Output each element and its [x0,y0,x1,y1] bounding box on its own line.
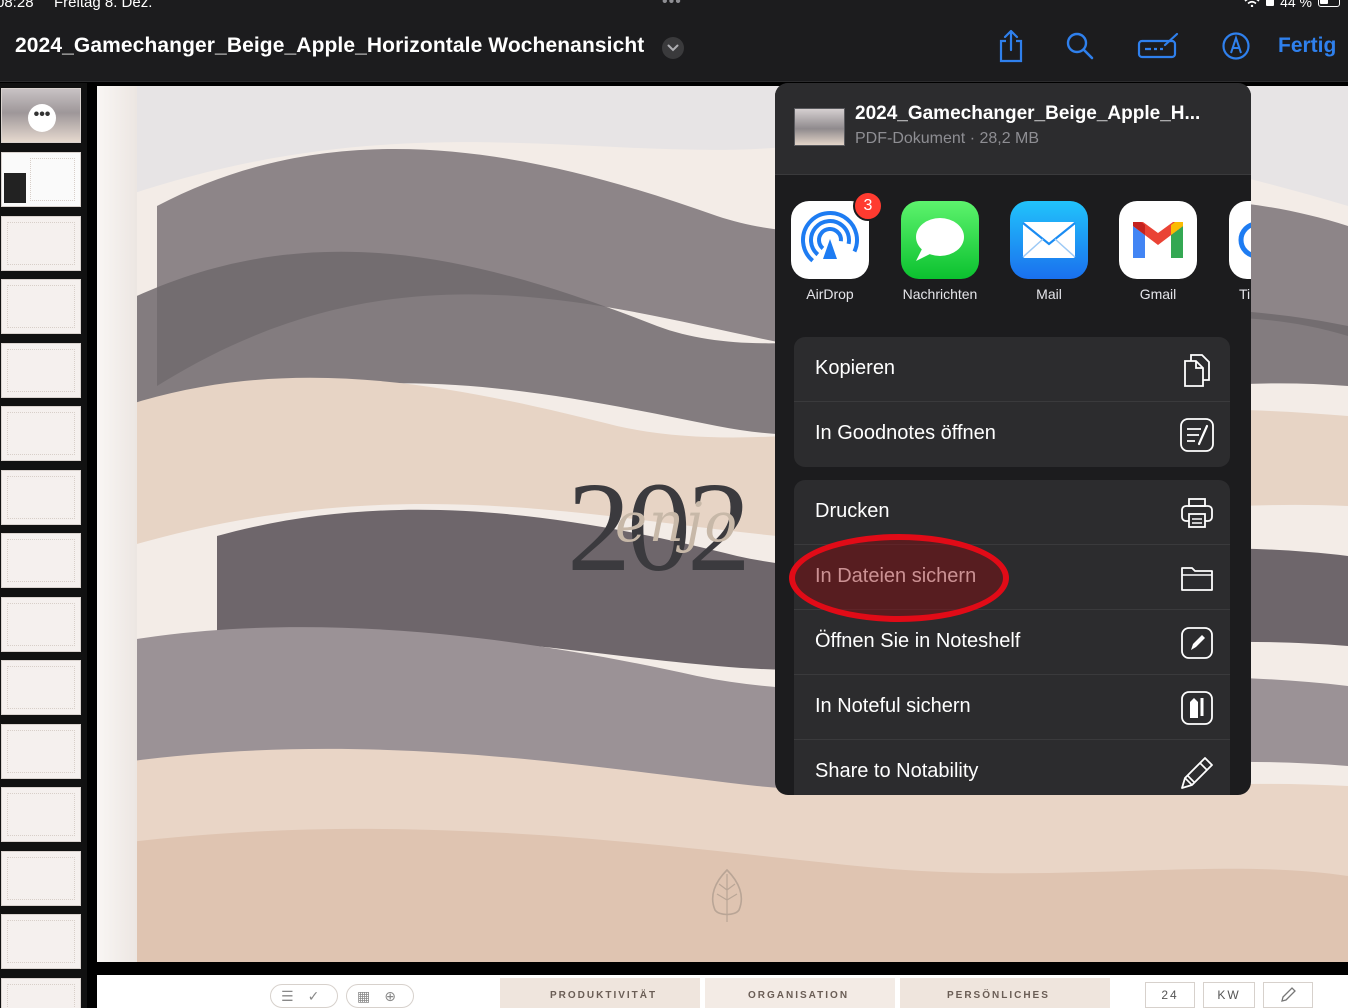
action-open-noteshelf[interactable]: Öffnen Sie in Noteshelf [794,610,1230,675]
page-thumbnail[interactable] [1,660,81,715]
lock-icon [1266,0,1275,6]
tab-persoenliches[interactable]: PERSÖNLICHES [947,990,1050,1001]
share-app-row: 3 AirDrop Nachrichten Mail Gmail Ti [775,175,1251,315]
messages-icon[interactable] [901,201,979,279]
battery-icon [1318,0,1340,7]
status-indicators: 44 % [1244,0,1340,10]
share-app-messages[interactable]: Nachrichten [892,201,988,302]
page-spine [97,86,137,962]
list-toggle-group[interactable]: ☰ ✓ [270,984,338,1008]
action-print[interactable]: Drucken [794,480,1230,545]
highlight-annotation [789,534,1009,622]
partial-app-icon[interactable] [1229,201,1251,279]
app-label: Ti [1239,286,1251,302]
page-thumbnail[interactable] [1,597,81,652]
app-label: Gmail [1139,286,1177,302]
document-title[interactable]: 2024_Gamechanger_Beige_Apple_Horizontale… [15,34,644,58]
noteful-icon [1178,689,1216,727]
week-number[interactable]: 24 [1145,982,1195,1008]
share-app-partial[interactable]: Ti [1219,201,1251,302]
page-thumbnail[interactable] [1,470,81,525]
share-app-airdrop[interactable]: 3 AirDrop [782,191,883,302]
action-share-notability[interactable]: Share to Notability [794,740,1230,795]
markup-icon[interactable] [1219,28,1253,64]
action-open-goodnotes[interactable]: In Goodnotes öffnen [794,402,1230,467]
action-label: Share to Notability [815,760,979,782]
share-actions-group-1: Kopieren In Goodnotes öffnen [794,337,1230,467]
file-name: 2024_Gamechanger_Beige_Apple_H... [855,103,1201,124]
page-thumbnail[interactable] [1,343,81,398]
action-label: Drucken [815,500,890,522]
action-save-noteful[interactable]: In Noteful sichern [794,675,1230,740]
page-thumbnail[interactable] [1,851,81,906]
leaf-icon [711,868,743,922]
page-thumbnail[interactable] [1,533,81,588]
share-app-mail[interactable]: Mail [1001,201,1097,302]
page-thumbnail[interactable] [1,914,81,969]
chevron-down-icon[interactable] [662,37,684,59]
page-thumbnail[interactable] [1,724,81,779]
action-label: In Noteful sichern [815,695,971,717]
page-thumbnail-sidebar: ••• [0,83,87,1008]
action-label: Kopieren [815,357,896,379]
share-actions-group-2: Drucken In Dateien sichern Öffnen Sie in… [794,480,1230,795]
airdrop-icon[interactable]: 3 [791,191,883,279]
search-icon[interactable] [1063,28,1097,64]
printer-icon [1178,494,1216,532]
app-label: Nachrichten [902,286,978,302]
calendar-toggle-group[interactable]: ▦ ⊕ [346,984,414,1008]
app-label: AirDrop [806,286,854,302]
status-bar: 08:28 Freitag 8. Dez. ••• 44 % [0,0,1348,12]
status-time: 08:28 [0,0,34,11]
app-label: Mail [1036,286,1062,302]
more-options-icon[interactable]: ••• [28,104,56,132]
page-thumbnail[interactable] [1,216,81,271]
page-thumbnail[interactable] [1,406,81,461]
battery-percent: 44 % [1280,0,1312,10]
file-info: PDF-Dokument · 28,2 MB [855,130,1040,147]
tab-produktivitaet[interactable]: PRODUKTIVITÄT [550,990,657,1001]
goodnotes-icon [1178,416,1216,454]
cover-script: enjo [615,491,739,554]
action-copy[interactable]: Kopieren [794,337,1230,402]
gmail-icon[interactable] [1119,201,1197,279]
list-icon[interactable]: ☰ [281,988,294,1005]
page-thumbnail[interactable] [1,787,81,842]
tab-organisation[interactable]: ORGANISATION [748,990,849,1001]
annotate-icon[interactable] [1136,28,1180,64]
add-icon[interactable]: ⊕ [384,988,396,1005]
multitask-handle[interactable]: ••• [662,0,682,11]
folder-icon [1178,559,1216,597]
file-thumbnail [794,108,845,146]
week-label[interactable]: KW [1203,982,1255,1008]
calendar-icon[interactable]: ▦ [357,988,370,1005]
status-date: Freitag 8. Dez. [54,0,153,11]
action-label: Öffnen Sie in Noteshelf [815,630,1021,652]
page-thumbnail[interactable] [1,279,81,334]
check-circle-icon[interactable]: ✓ [308,988,320,1005]
document-toolbar: 2024_Gamechanger_Beige_Apple_Horizontale… [0,12,1348,82]
copy-icon [1178,351,1216,389]
mail-icon[interactable] [1010,201,1088,279]
page-thumbnail[interactable]: ••• [1,88,81,143]
share-icon[interactable] [994,28,1028,64]
pencil-icon [1178,754,1216,792]
action-label: In Goodnotes öffnen [815,422,996,444]
done-button[interactable]: Fertig [1278,34,1336,58]
share-app-gmail[interactable]: Gmail [1110,201,1206,302]
page-thumbnail[interactable] [1,978,81,1008]
noteshelf-icon [1178,624,1216,662]
edit-icon[interactable] [1263,982,1313,1008]
notification-badge: 3 [853,191,883,221]
page-thumbnail[interactable] [1,152,81,207]
share-sheet: 2024_Gamechanger_Beige_Apple_H... PDF-Do… [775,83,1251,795]
share-sheet-header: 2024_Gamechanger_Beige_Apple_H... PDF-Do… [775,83,1251,175]
wifi-icon [1244,0,1260,7]
